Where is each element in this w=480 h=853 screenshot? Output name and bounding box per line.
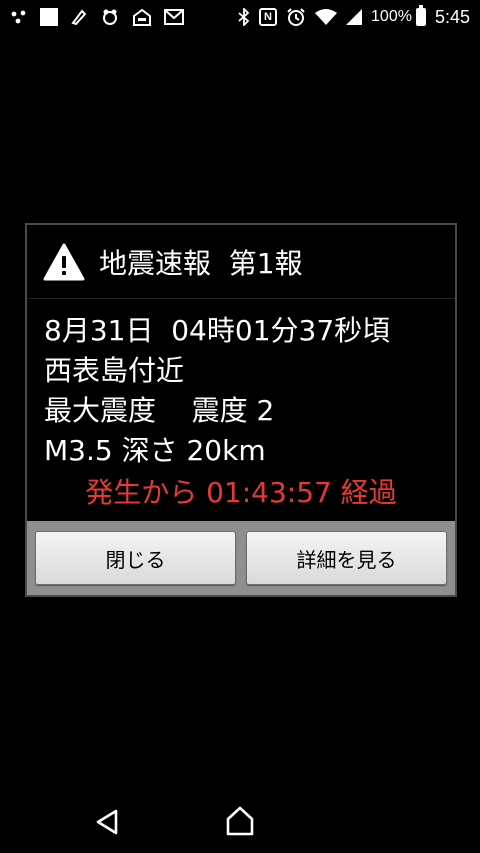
square-icon <box>40 8 58 26</box>
status-bar-left <box>10 8 196 26</box>
quake-datetime: 8月31日 04時01分37秒頃 <box>44 314 391 347</box>
mail-icon <box>164 9 184 25</box>
dialog-button-bar: 閉じる 詳細を見る <box>27 521 455 595</box>
nfc-icon: N <box>259 8 278 26</box>
alarm-icon <box>286 7 306 27</box>
dialog-title: 地震速報 第1報 <box>99 246 303 280</box>
bluetooth-icon <box>238 8 250 26</box>
dialog-body: 8月31日 04時01分37秒頃 西表島付近 最大震度 震度 2 M3.5 深さ… <box>27 299 455 523</box>
battery-icon <box>415 5 426 26</box>
back-icon[interactable] <box>92 807 122 837</box>
clock-time: 5:45 <box>434 6 470 27</box>
bug-icon <box>100 8 120 26</box>
details-button[interactable]: 詳細を見る <box>246 531 447 585</box>
close-button[interactable]: 閉じる <box>35 531 236 585</box>
warning-icon <box>43 242 85 282</box>
elapsed-time: 発生から 01:43:57 経過 <box>85 476 397 509</box>
status-bar: N 100% 5:45 <box>0 0 480 34</box>
pen-icon <box>70 8 88 26</box>
quake-location: 西表島付近 <box>44 354 185 387</box>
dialog-header: 地震速報 第1報 <box>27 225 455 299</box>
quake-magnitude-depth: M3.5 深さ 20km <box>44 434 266 467</box>
signal-icon <box>346 9 363 25</box>
home-icon[interactable] <box>224 805 256 837</box>
home-icon <box>132 8 152 26</box>
wifi-icon <box>315 8 338 26</box>
dots-icon <box>10 10 28 24</box>
navigation-bar <box>0 793 480 853</box>
battery-percent: 100% <box>371 8 412 25</box>
earthquake-alert-dialog: 地震速報 第1報 8月31日 04時01分37秒頃 西表島付近 最大震度 震度 … <box>25 223 457 597</box>
status-bar-right: N 100% 5:45 <box>229 5 470 28</box>
quake-max-intensity: 最大震度 震度 2 <box>44 394 275 427</box>
